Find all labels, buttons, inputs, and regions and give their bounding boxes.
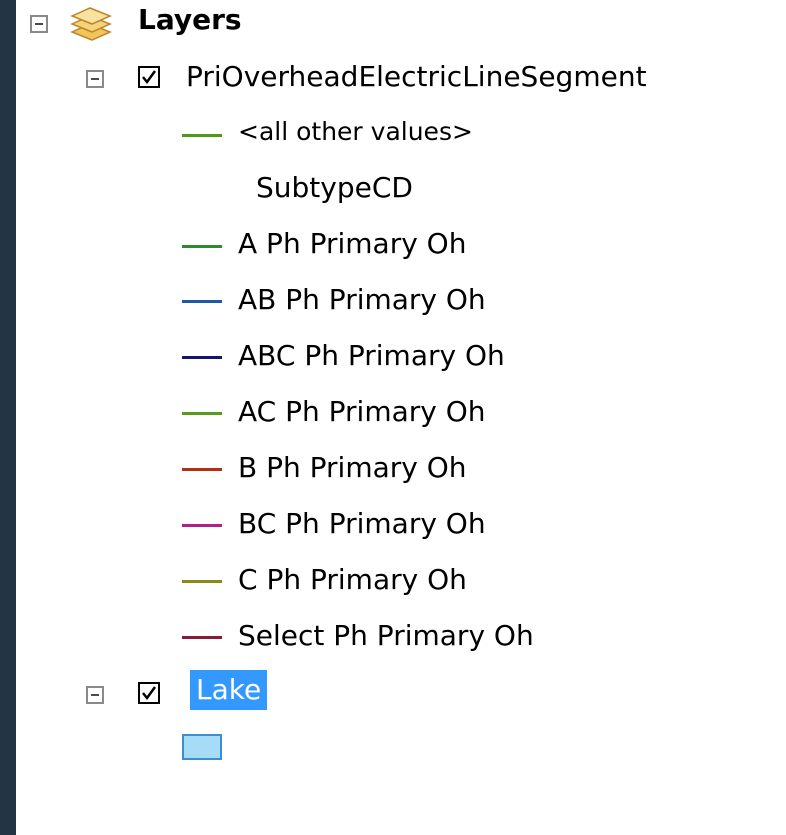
legend-line-swatch [182, 134, 222, 137]
legend-line-swatch [182, 245, 222, 248]
layers-root-label[interactable]: Layers [138, 2, 242, 38]
legend-fill-swatch [182, 734, 222, 760]
legend-item-label: Select Ph Primary Oh [238, 619, 534, 652]
legend-line-swatch [182, 636, 222, 639]
legend-field-label: SubtypeCD [256, 171, 413, 204]
legend-line-swatch [182, 300, 222, 303]
layer-name-label-selected[interactable]: Lake [190, 670, 268, 710]
legend-item-label: A Ph Primary Oh [238, 227, 467, 260]
layers-collapse-toggle[interactable] [30, 15, 48, 33]
legend-line-swatch [182, 580, 222, 583]
legend-item-label: <all other values> [238, 117, 473, 146]
legend-line-swatch [182, 356, 222, 359]
layers-stack-icon [68, 6, 114, 42]
legend-line-swatch [182, 468, 222, 471]
layer-name-label[interactable]: PriOverheadElectricLineSegment [186, 59, 647, 95]
layer-collapse-toggle[interactable] [86, 686, 104, 704]
layer-visibility-checkbox[interactable] [138, 66, 160, 88]
legend-line-swatch [182, 412, 222, 415]
legend-item-label: AC Ph Primary Oh [238, 395, 486, 428]
legend-item-label: BC Ph Primary Oh [238, 507, 486, 540]
legend-line-swatch [182, 524, 222, 527]
legend-item-label: B Ph Primary Oh [238, 451, 467, 484]
table-of-contents-panel: Layers PriOverheadElectricLineSegment <a… [16, 0, 786, 835]
legend-item-label: AB Ph Primary Oh [238, 283, 486, 316]
layer-visibility-checkbox[interactable] [138, 682, 160, 704]
layer-collapse-toggle[interactable] [86, 70, 104, 88]
legend-item-label: ABC Ph Primary Oh [238, 339, 505, 372]
window-frame: Layers PriOverheadElectricLineSegment <a… [0, 0, 786, 835]
legend-item-label: C Ph Primary Oh [238, 563, 467, 596]
